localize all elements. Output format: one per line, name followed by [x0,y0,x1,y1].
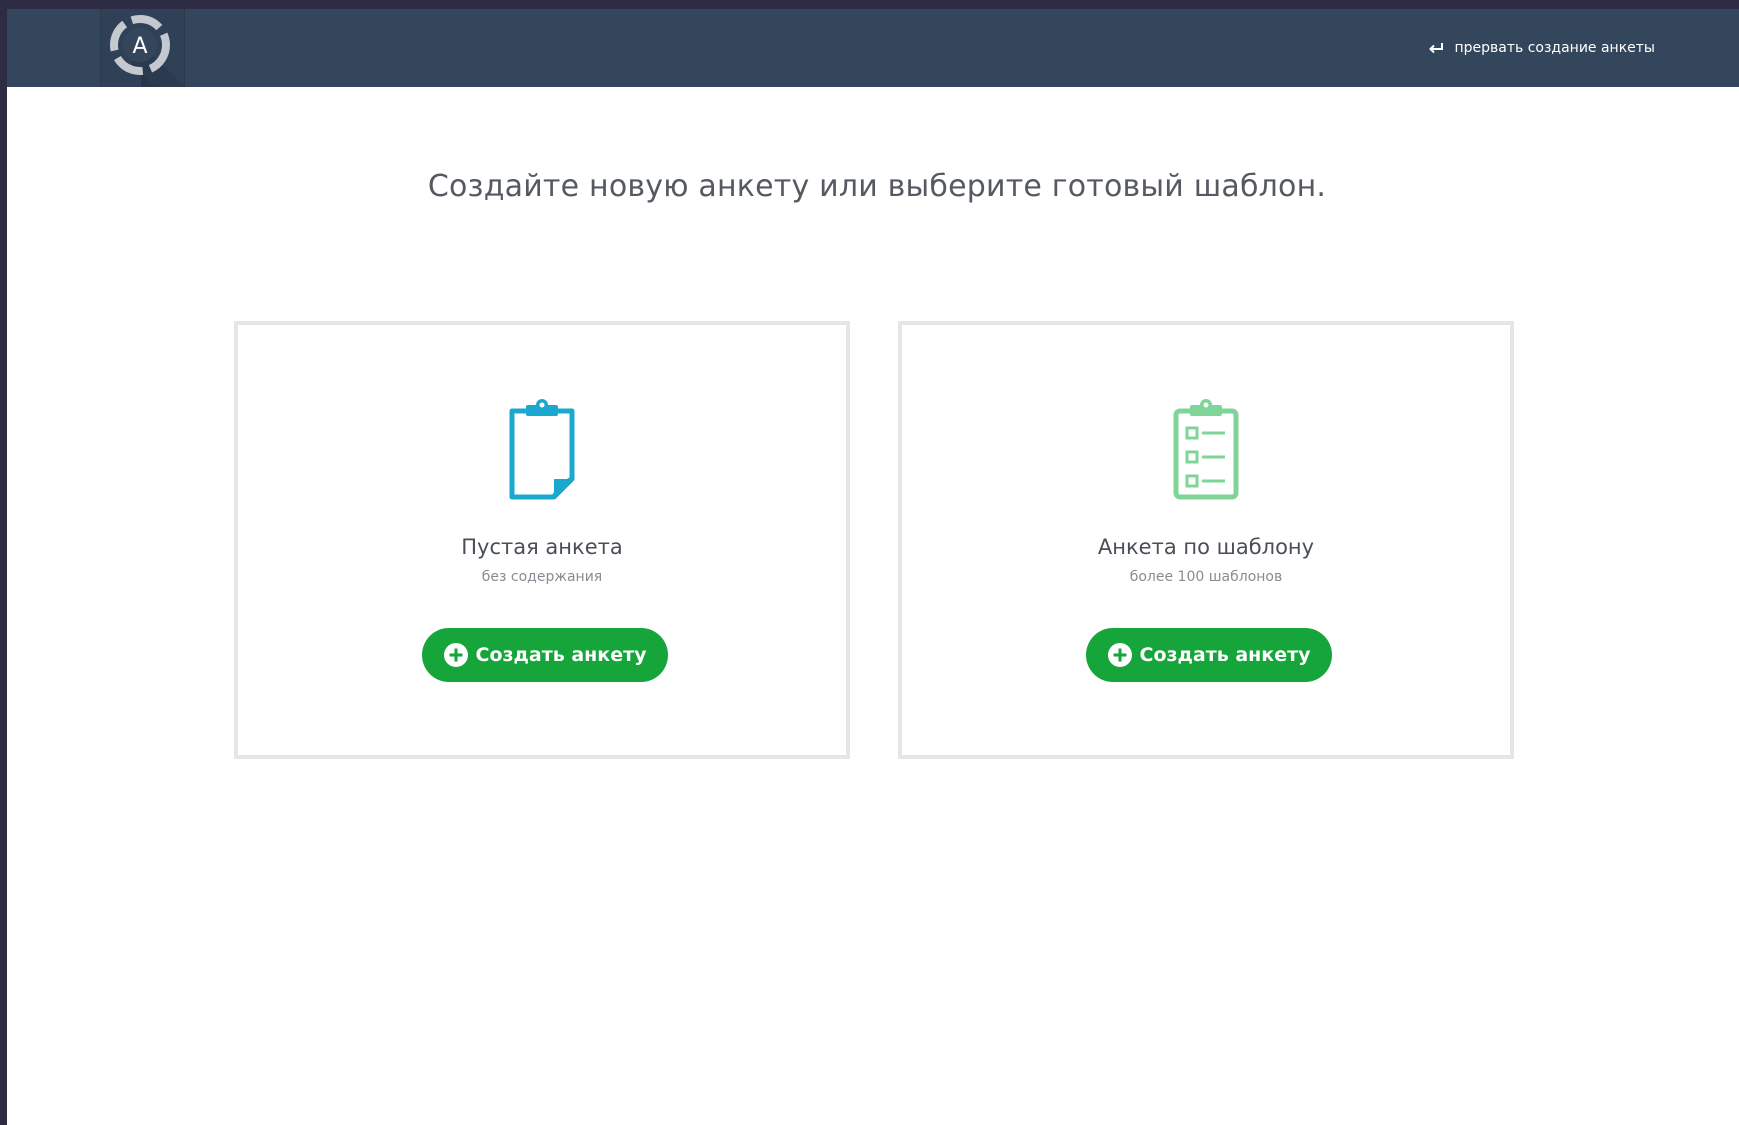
card-subtitle: без содержания [481,569,603,585]
template-survey-card: Анкета по шаблону более 100 шаблонов Соз… [898,321,1514,759]
card-subtitle: более 100 шаблонов [1129,569,1283,585]
create-template-survey-button[interactable]: Создать анкету [1086,628,1332,682]
logo-letter: A [132,34,147,59]
checklist-clipboard-icon [1168,399,1244,507]
plus-circle-icon [1107,643,1132,667]
create-survey-label: Создать анкету [475,644,647,666]
abort-survey-link[interactable]: прервать создание анкеты [1428,38,1655,58]
return-arrow-icon [1429,43,1444,54]
app-window: A прервать создание анкеты Создайте нову… [7,9,1739,1125]
logo[interactable]: A [100,9,185,87]
blank-survey-card: Пустая анкета без содержания Создать анк… [234,321,850,759]
abort-survey-label: прервать создание анкеты [1454,40,1655,56]
card-title: Пустая анкета [461,535,623,559]
page-title: Создайте новую анкету или выберите готов… [427,169,1327,204]
create-blank-survey-button[interactable]: Создать анкету [422,628,668,682]
card-title: Анкета по шаблону [1097,535,1315,559]
blank-clipboard-icon [504,399,580,507]
plus-circle-icon [443,643,468,667]
logo-icon: A [110,15,184,87]
top-bar: A прервать создание анкеты [7,9,1739,87]
create-survey-label: Создать анкету [1139,644,1311,666]
